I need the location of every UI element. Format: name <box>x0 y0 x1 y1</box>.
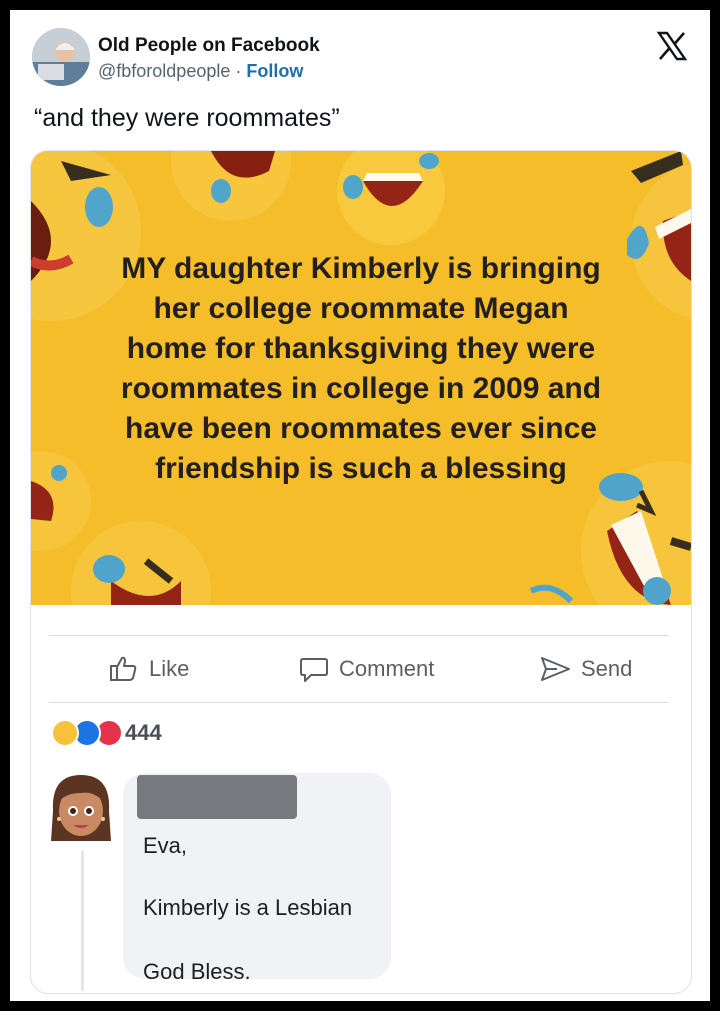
meme-line: have been roommates ever since <box>125 412 597 445</box>
separator-dot: · <box>235 61 242 81</box>
meme-line: roommates in college in 2009 and <box>120 372 602 405</box>
comment-bubble: Eva, Kimberly is a Lesbian God Bless. <box>123 773 391 984</box>
reaction-count: 444 <box>125 720 162 745</box>
comment-button[interactable]: Comment <box>299 655 434 683</box>
facebook-post-screenshot: MY daughter Kimberly is bringing her col… <box>30 150 692 994</box>
comment-bubble-icon <box>300 658 328 682</box>
account-handle[interactable]: @fbforoldpeople <box>98 61 230 81</box>
follow-button[interactable]: Follow <box>246 61 303 81</box>
thumbs-up-icon <box>110 656 137 681</box>
account-avatar[interactable] <box>32 28 90 86</box>
account-name[interactable]: Old People on Facebook <box>98 35 320 57</box>
post-action-bar: Like Comment Send <box>49 635 669 703</box>
redacted-commenter-name <box>137 775 297 819</box>
comment-line-2: Kimberly is a Lesbian <box>143 895 353 920</box>
tweet-header: Old People on Facebook @fbforoldpeople ·… <box>10 10 710 100</box>
tweet-screenshot: Old People on Facebook @fbforoldpeople ·… <box>10 10 710 1001</box>
comment-line-3: God Bless. <box>143 959 251 984</box>
reaction-summary[interactable]: 444 <box>51 719 162 747</box>
account-subline: @fbforoldpeople · Follow <box>98 61 303 82</box>
meme-caption: MY daughter Kimberly is bringing her col… <box>31 249 691 489</box>
tweet-text: “and they were roommates” <box>34 104 340 132</box>
thread-line <box>81 851 84 991</box>
meme-line: her college roommate Megan <box>153 292 569 325</box>
haha-reaction-icon <box>51 719 79 747</box>
comment-label: Comment <box>339 656 435 681</box>
commenter-avatar[interactable] <box>45 771 117 847</box>
x-logo-icon[interactable] <box>656 30 688 62</box>
comment-line-1: Eva, <box>143 833 188 858</box>
like-label: Like <box>149 656 190 681</box>
meme-line: home for thanksgiving they were <box>126 332 596 365</box>
meme-line: friendship is such a blessing <box>155 452 567 485</box>
send-label: Send <box>581 656 633 681</box>
meme-image: MY daughter Kimberly is bringing her col… <box>31 151 691 605</box>
like-button[interactable]: Like <box>109 655 189 683</box>
send-arrow-icon <box>541 657 570 681</box>
meme-line: MY daughter Kimberly is bringing <box>121 252 601 285</box>
send-button[interactable]: Send <box>539 655 632 683</box>
